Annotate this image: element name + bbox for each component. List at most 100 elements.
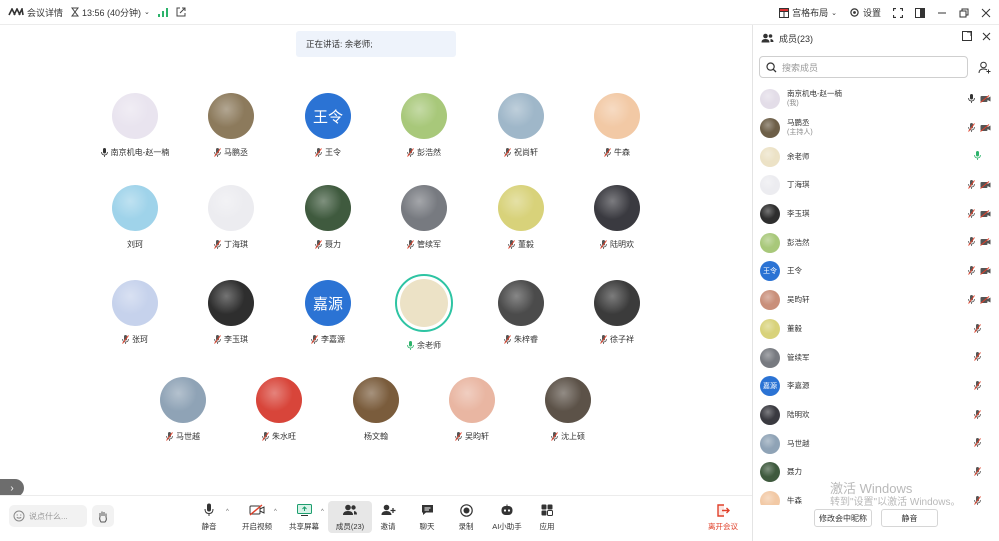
participant-name: 牛森: [614, 148, 630, 157]
video-options-caret[interactable]: ^: [274, 509, 277, 515]
mic-muted-icon[interactable]: [968, 294, 975, 304]
participant-tile[interactable]: 祝尚轩: [476, 93, 566, 158]
settings-button[interactable]: 设置: [849, 6, 881, 19]
participant-avatar: 王令: [305, 93, 351, 139]
participant-tile[interactable]: 牛森: [572, 93, 662, 158]
camera-off-icon[interactable]: [980, 267, 991, 276]
apps-button[interactable]: 应用: [525, 502, 569, 532]
member-search-input[interactable]: 搜索成员: [759, 56, 968, 78]
signal-icon[interactable]: [157, 7, 168, 17]
external-open-icon[interactable]: [176, 7, 186, 17]
camera-off-icon[interactable]: [980, 209, 991, 218]
participant-tile[interactable]: 杨文翰: [331, 377, 421, 442]
participant-tile[interactable]: 余老师: [379, 274, 469, 351]
members-icon: [761, 33, 774, 43]
member-row[interactable]: 丁海琪: [753, 171, 999, 200]
mic-muted-icon[interactable]: [974, 495, 981, 505]
member-row[interactable]: 王令 王令: [753, 257, 999, 286]
rename-button[interactable]: 修改会中昵称: [814, 509, 872, 527]
mic-muted-icon[interactable]: [968, 266, 975, 276]
layout-button[interactable]: 宫格布局 ⌄: [779, 6, 837, 19]
member-row[interactable]: 李玉琪: [753, 200, 999, 229]
member-row[interactable]: 嘉源 李嘉源: [753, 372, 999, 401]
participant-tile[interactable]: 管续军: [379, 185, 469, 250]
mic-options-caret[interactable]: ^: [226, 509, 229, 515]
participant-tile[interactable]: 南京机电-赵一楠: [90, 93, 180, 158]
participant-tile[interactable]: 董毅: [476, 185, 566, 250]
participant-tile[interactable]: 马鹏丞: [186, 93, 276, 158]
participant-tile[interactable]: 李玉琪: [186, 280, 276, 345]
mute-all-button[interactable]: 静音: [881, 509, 938, 527]
participant-tile[interactable]: 陆明欢: [572, 185, 662, 250]
invite-button[interactable]: 邀请: [366, 502, 410, 532]
participant-tile[interactable]: 张珂: [90, 280, 180, 345]
mic-muted-icon[interactable]: [968, 208, 975, 218]
meeting-timer[interactable]: 13:56 (40分钟) ⌄: [71, 6, 150, 19]
fullscreen-icon[interactable]: [893, 7, 903, 18]
member-row[interactable]: 陆明欢: [753, 401, 999, 430]
mic-muted-icon[interactable]: [974, 323, 981, 333]
participant-tile[interactable]: 马世越: [138, 377, 228, 442]
leave-meeting-button[interactable]: 离开会议: [701, 502, 745, 532]
ai-assistant-button[interactable]: AI小助手: [485, 502, 529, 532]
participant-name: 杨文翰: [364, 432, 388, 441]
participant-name-row: 董毅: [508, 239, 534, 250]
microphone-icon[interactable]: [968, 94, 975, 103]
share-screen-button[interactable]: 共享屏幕: [282, 502, 326, 532]
participant-tile[interactable]: 沈上硕: [523, 377, 613, 442]
camera-off-icon[interactable]: [980, 238, 991, 247]
record-button[interactable]: 录制: [444, 502, 488, 532]
mic-muted-icon[interactable]: [974, 352, 981, 362]
share-options-caret[interactable]: ^: [321, 509, 324, 515]
meeting-details-button[interactable]: 会议详情: [8, 6, 63, 19]
close-icon[interactable]: [981, 8, 991, 18]
participant-tile[interactable]: 嘉源 李嘉源: [283, 280, 373, 345]
close-panel-icon[interactable]: [982, 31, 991, 41]
member-row[interactable]: 彭浩然: [753, 228, 999, 257]
mic-muted-icon[interactable]: [968, 237, 975, 247]
participant-tile[interactable]: 刘珂: [90, 185, 180, 250]
member-row[interactable]: 董毅: [753, 315, 999, 344]
mic-muted-icon[interactable]: [968, 180, 975, 190]
windows-activation-watermark: 激活 Windows 转到"设置"以激活 Windows。: [830, 482, 960, 510]
add-member-button[interactable]: [973, 56, 995, 78]
mute-button[interactable]: 静音: [187, 502, 231, 532]
camera-off-icon[interactable]: [980, 295, 991, 304]
member-row[interactable]: 管续军: [753, 343, 999, 372]
member-row[interactable]: 马鹏丞 (主持人): [753, 114, 999, 143]
camera-off-icon[interactable]: [980, 181, 991, 189]
member-row[interactable]: 余老师: [753, 142, 999, 171]
emoji-icon[interactable]: [13, 510, 25, 522]
restore-icon[interactable]: [959, 8, 969, 18]
mic-muted-icon[interactable]: [974, 466, 981, 476]
member-row[interactable]: 马世越: [753, 429, 999, 458]
participant-tile[interactable]: 徐子祥: [572, 280, 662, 345]
participant-tile[interactable]: 聂力: [283, 185, 373, 250]
sidebar-toggle-icon[interactable]: [915, 7, 925, 18]
participant-name-row: 张珂: [122, 334, 148, 345]
mic-muted-icon[interactable]: [974, 380, 981, 390]
raise-hand-button[interactable]: [92, 505, 114, 527]
participant-tile[interactable]: 吴昀轩: [427, 377, 517, 442]
participant-tile[interactable]: 朱梓睿: [476, 280, 566, 345]
mic-muted-icon[interactable]: [974, 409, 981, 419]
participant-tile[interactable]: 彭浩然: [379, 93, 469, 158]
mic-muted-icon[interactable]: [968, 122, 975, 132]
mic-muted-icon[interactable]: [974, 438, 981, 448]
participant-tile[interactable]: 朱水旺: [234, 377, 324, 442]
minimize-icon[interactable]: [937, 8, 947, 18]
chat-input[interactable]: 说点什么...: [9, 505, 87, 527]
camera-off-icon[interactable]: [980, 123, 991, 132]
chat-button[interactable]: 聊天: [405, 502, 449, 532]
member-name-block: 南京机电-赵一楠 (我): [787, 89, 842, 109]
member-avatar: [760, 204, 780, 225]
participant-tile[interactable]: 王令 王令: [283, 93, 373, 158]
camera-off-icon[interactable]: [980, 95, 991, 103]
participant-tile[interactable]: 丁海琪: [186, 185, 276, 250]
mic-muted-icon: [551, 432, 558, 441]
video-button[interactable]: 开启视频: [235, 502, 279, 532]
popout-icon[interactable]: [962, 31, 972, 41]
member-row[interactable]: 南京机电-赵一楠 (我): [753, 85, 999, 114]
microphone-icon[interactable]: [974, 151, 981, 161]
member-row[interactable]: 吴昀轩: [753, 286, 999, 315]
